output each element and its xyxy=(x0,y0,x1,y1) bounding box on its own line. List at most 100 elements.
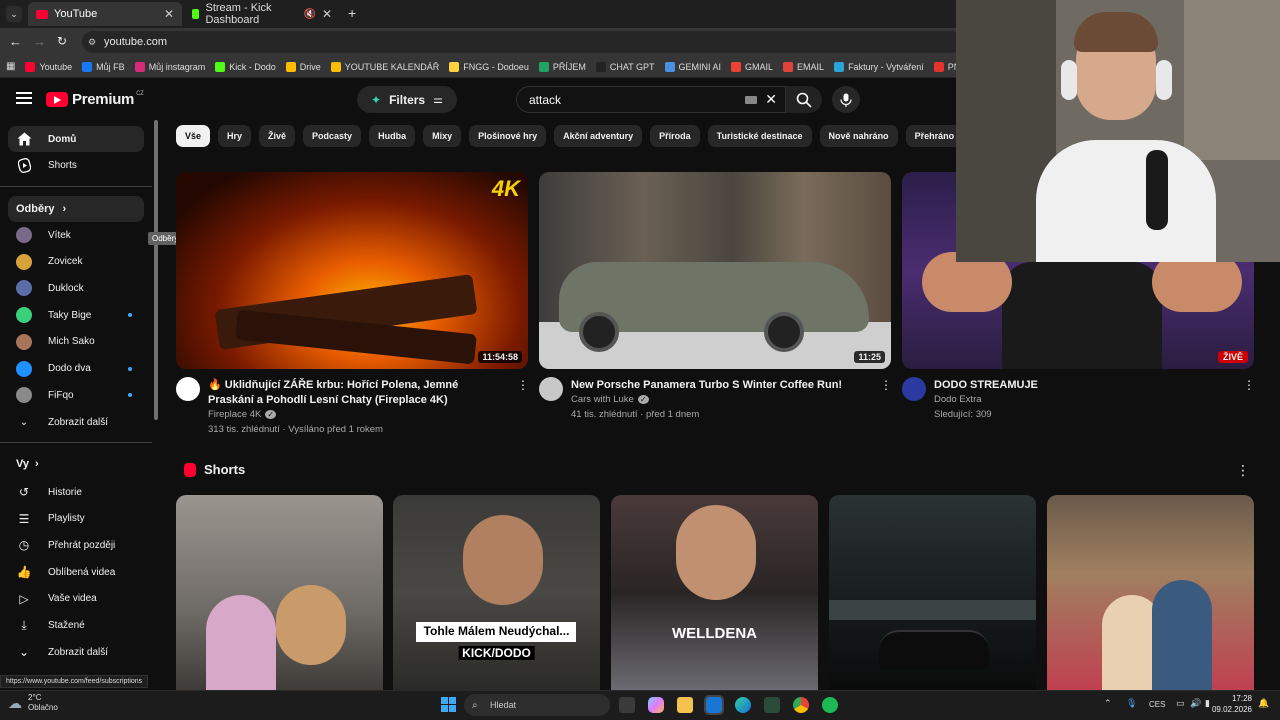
taskbar-clock[interactable]: 17:28 09.02.2026 xyxy=(1196,693,1252,715)
video-title[interactable]: 🔥 Uklidňující ZÁŘE krbu: Hořící Polena, … xyxy=(208,378,500,408)
video-thumbnail[interactable]: 4K 11:54:58 xyxy=(176,172,528,369)
file-explorer-icon[interactable] xyxy=(677,697,693,713)
sidebar-you-item[interactable]: ⤓ Stažené xyxy=(8,613,144,639)
video-title[interactable]: DODO STREAMUJE xyxy=(934,378,1226,393)
sidebar-item-shorts[interactable]: Shorts xyxy=(8,152,144,178)
edge-icon[interactable] xyxy=(735,697,751,713)
channel-avatar[interactable] xyxy=(902,377,926,401)
start-icon[interactable] xyxy=(441,697,456,712)
youtube-premium-logo[interactable]: Premium CZ xyxy=(46,91,144,108)
bookmark-item[interactable]: FNGG - Dodoeu xyxy=(449,61,529,72)
terminal-icon[interactable] xyxy=(764,697,780,713)
channel-name[interactable]: Fireplace 4K ✓ xyxy=(208,409,277,420)
sidebar-sub-item[interactable]: Vítek xyxy=(8,222,144,248)
channel-avatar[interactable] xyxy=(539,377,563,401)
sidebar-you-item[interactable]: ↺ Historie xyxy=(8,479,144,505)
short-card[interactable] xyxy=(829,495,1036,690)
sidebar-sub-item[interactable]: Zovicek xyxy=(8,249,144,275)
close-icon[interactable]: ✕ xyxy=(322,7,332,21)
filter-chip[interactable]: Turistické destinace xyxy=(707,125,812,147)
sidebar-sub-item[interactable]: FiFqo xyxy=(8,382,144,408)
short-card[interactable]: WELLDENA xyxy=(611,495,818,690)
more-actions-icon[interactable]: ⋮ xyxy=(1243,378,1255,392)
sidebar-subs-more[interactable]: ⌄ Zobrazit další xyxy=(8,409,144,435)
filter-chip[interactable]: Podcasty xyxy=(303,125,362,147)
bookmark-item[interactable]: Faktury - Vytváření xyxy=(834,61,924,72)
filter-chip[interactable]: Mixy xyxy=(423,125,462,147)
new-tab-button[interactable]: + xyxy=(348,5,356,21)
short-card[interactable] xyxy=(1047,495,1254,690)
channel-avatar[interactable] xyxy=(176,377,200,401)
tab-list-button[interactable]: ⌄ xyxy=(6,6,22,22)
search-input[interactable]: attack ✕ xyxy=(516,86,786,113)
outlook-icon[interactable] xyxy=(704,695,724,715)
sidebar-you-item[interactable]: ◷ Přehrát později xyxy=(8,532,144,558)
notifications-icon[interactable]: 🔔 xyxy=(1258,698,1269,709)
reload-icon[interactable]: ↻ xyxy=(57,34,67,48)
video-thumbnail[interactable]: 11:25 xyxy=(539,172,891,369)
copilot-icon[interactable] xyxy=(648,697,664,713)
bookmark-item[interactable]: Můj FB xyxy=(82,61,125,72)
bookmark-item[interactable]: GEMINI AI xyxy=(664,61,721,72)
tab-youtube[interactable]: YouTube ✕ xyxy=(28,2,182,26)
filter-chip[interactable]: Vše xyxy=(176,125,211,147)
sidebar-you-item[interactable]: ⌄ Zobrazit další xyxy=(8,639,144,665)
sidebar-sub-item[interactable]: Taky Bige xyxy=(8,302,144,328)
back-icon[interactable]: ← xyxy=(9,34,22,49)
site-info-icon[interactable]: ⚙ xyxy=(88,37,96,48)
sidebar-sub-item[interactable]: Duklock xyxy=(8,275,144,301)
weather-widget[interactable]: ☁ 2°C Oblačno xyxy=(8,693,58,713)
bookmark-item[interactable]: Kick - Dodo xyxy=(215,61,276,72)
chrome-icon[interactable] xyxy=(793,697,809,713)
bookmark-item[interactable]: Drive xyxy=(285,61,321,72)
apps-icon[interactable]: ▦ xyxy=(6,61,15,72)
sidebar-sub-item[interactable]: Dodo dva xyxy=(8,356,144,382)
menu-icon[interactable] xyxy=(16,92,32,104)
spotify-icon[interactable] xyxy=(822,697,838,713)
video-title[interactable]: New Porsche Panamera Turbo S Winter Coff… xyxy=(571,378,863,393)
sidebar-you-header[interactable]: Vy › xyxy=(8,458,39,470)
filter-chip[interactable]: Hry xyxy=(218,125,252,147)
clear-search-icon[interactable]: ✕ xyxy=(765,91,777,108)
language-indicator[interactable]: CES xyxy=(1149,700,1165,709)
filter-chip[interactable]: Živě xyxy=(259,125,296,147)
filter-chip[interactable]: Přehráno xyxy=(905,125,956,147)
sidebar-subscriptions-header[interactable]: Odběry › xyxy=(8,196,144,222)
bookmark-item[interactable]: CHAT GPT xyxy=(595,61,655,72)
sidebar-you-item[interactable]: ☰ Playlisty xyxy=(8,506,144,532)
sidebar-scrollbar[interactable] xyxy=(154,120,158,420)
shorts-more-icon[interactable]: ⋮ xyxy=(1236,462,1250,479)
voice-search-button[interactable] xyxy=(832,86,860,113)
address-bar[interactable]: ⚙ youtube.com xyxy=(82,31,962,53)
filter-chip[interactable]: Nově nahráno xyxy=(819,125,898,147)
bookmark-item[interactable]: YOUTUBE KALENDÁŘ xyxy=(330,61,439,72)
tab-kick-dashboard[interactable]: Stream - Kick Dashboard 🔇 ✕ xyxy=(184,2,340,26)
sidebar-you-item[interactable]: ▷ Vaše videa xyxy=(8,586,144,612)
network-icon[interactable]: ▭ xyxy=(1176,698,1185,709)
taskbar-search[interactable]: ⌕ Hledat xyxy=(464,694,610,716)
channel-name[interactable]: Cars with Luke ✓ xyxy=(571,394,649,405)
filter-chip[interactable]: Hudba xyxy=(369,125,416,147)
forward-icon[interactable]: → xyxy=(33,34,46,49)
search-button[interactable] xyxy=(786,86,822,113)
filter-chip[interactable]: Plošinové hry xyxy=(469,125,547,147)
sidebar-item-home[interactable]: Domů xyxy=(8,126,144,152)
more-actions-icon[interactable]: ⋮ xyxy=(517,378,529,392)
bookmark-item[interactable]: PŘÍJEM xyxy=(538,61,586,72)
tray-overflow-icon[interactable]: ⌃ xyxy=(1104,698,1112,709)
channel-name[interactable]: Dodo Extra xyxy=(934,394,982,405)
keyboard-icon[interactable] xyxy=(745,96,757,104)
muted-icon[interactable]: 🔇 xyxy=(303,9,315,20)
filter-chip[interactable]: Příroda xyxy=(650,125,700,147)
bookmark-item[interactable]: EMAIL xyxy=(783,61,824,72)
short-card[interactable] xyxy=(176,495,383,690)
bookmark-item[interactable]: Můj instagram xyxy=(134,61,205,72)
more-actions-icon[interactable]: ⋮ xyxy=(880,378,892,392)
filters-button[interactable]: ✦ Filters ⚌ xyxy=(357,86,457,113)
short-card[interactable]: Tohle Málem Neudýchal... KICK/DODO xyxy=(393,495,600,690)
sidebar-sub-item[interactable]: Mich Sako xyxy=(8,329,144,355)
sidebar-you-item[interactable]: 👍 Oblíbená videa xyxy=(8,559,144,585)
microphone-tray-icon[interactable]: 🎙 xyxy=(1126,698,1137,709)
bookmark-item[interactable]: Youtube xyxy=(25,61,72,72)
filter-chip[interactable]: Akční adventury xyxy=(554,125,643,147)
